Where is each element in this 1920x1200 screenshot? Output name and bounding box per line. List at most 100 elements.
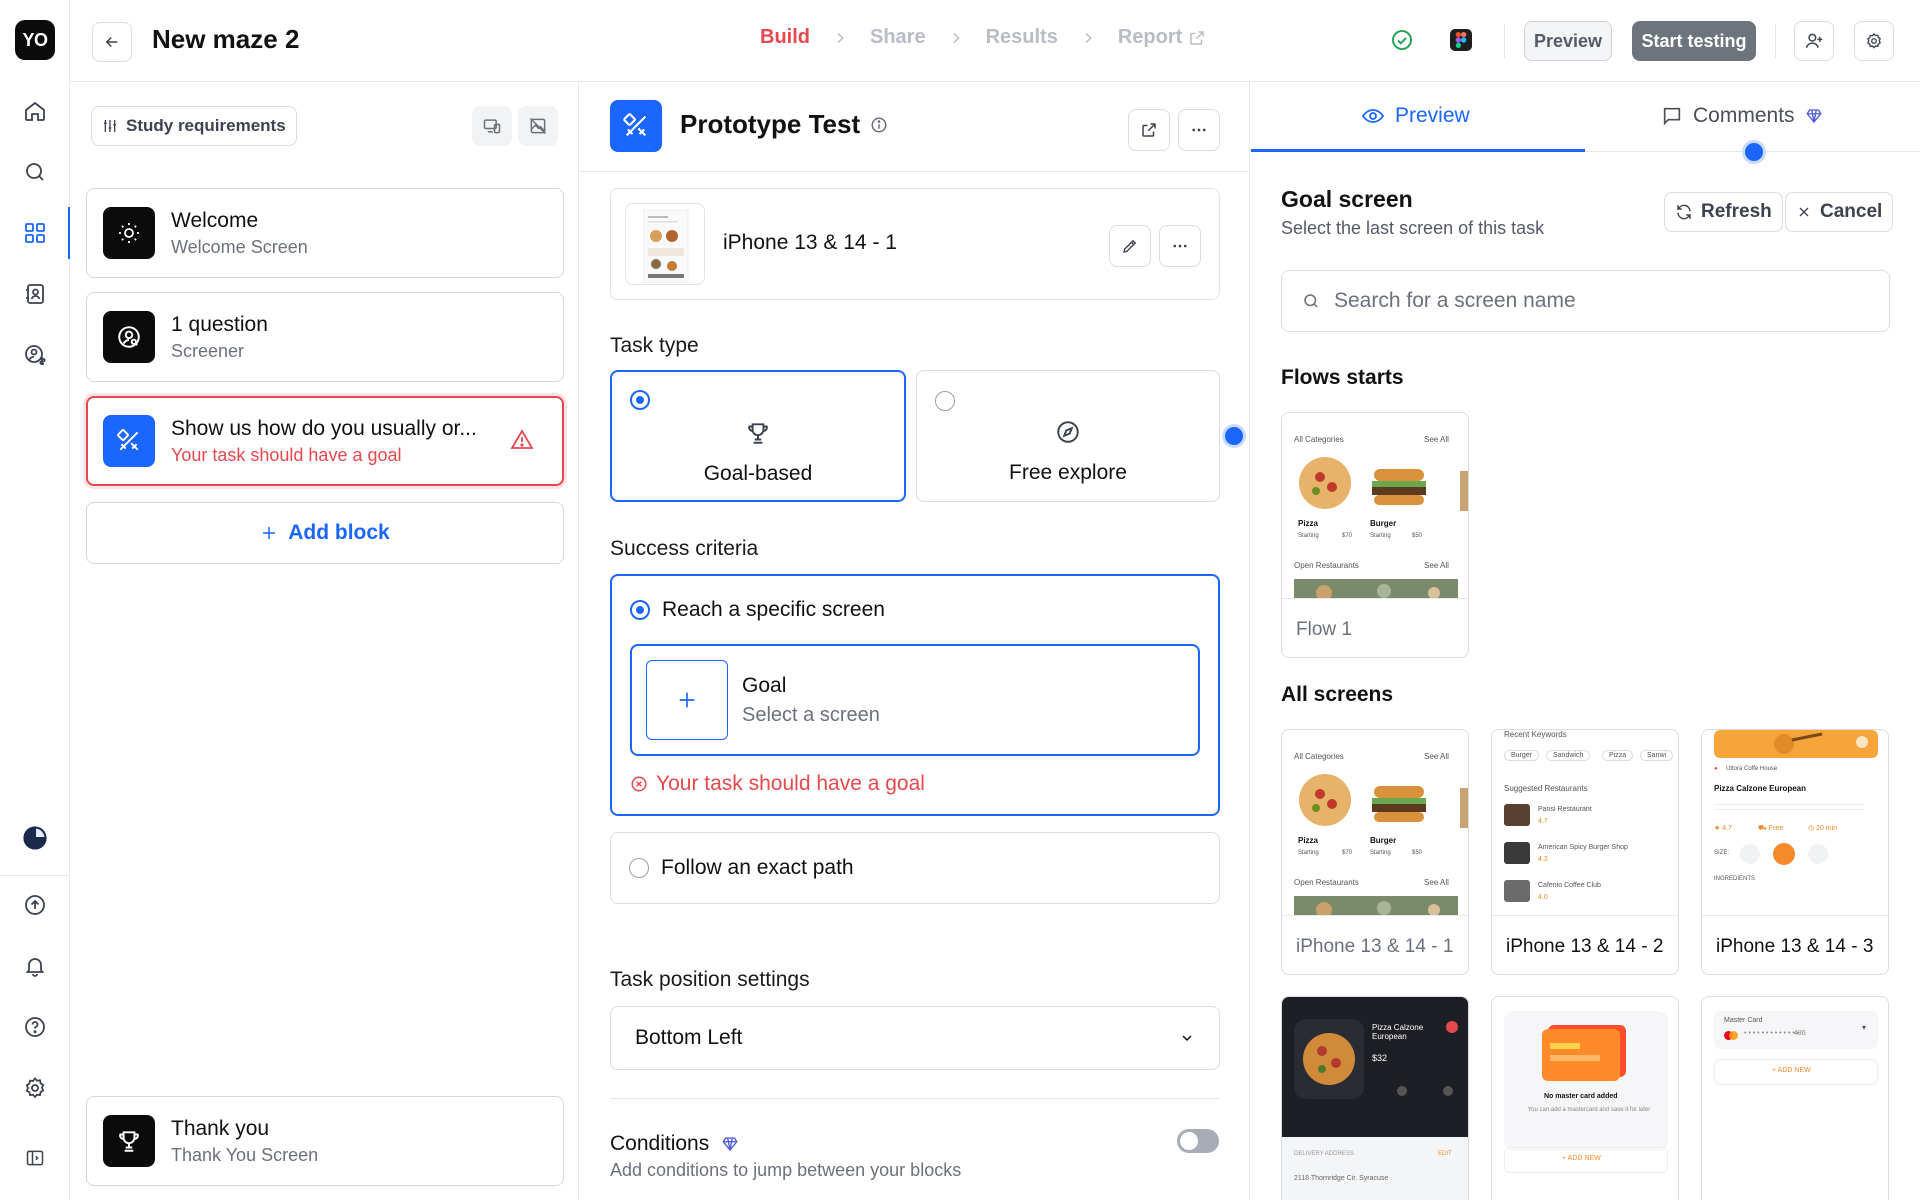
screen-card[interactable]: All Categories See All Pizza Burger Star… — [1281, 729, 1469, 975]
flow-name: Flow 1 — [1296, 619, 1352, 640]
toolbar-divider — [1504, 24, 1505, 58]
start-testing-button[interactable]: Start testing — [1632, 21, 1756, 61]
refresh-label: Refresh — [1701, 201, 1772, 222]
screen-card[interactable]: ● Uttora Coffe House Pizza Calzone Europ… — [1701, 729, 1889, 975]
block-error-text: Your task should have a goal — [171, 445, 402, 465]
status-ok-icon[interactable] — [1390, 28, 1414, 52]
panel-tabs: Preview Comments — [1251, 82, 1920, 152]
goal-title: Goal — [742, 674, 787, 697]
more-options-button[interactable] — [1178, 109, 1220, 151]
step-report[interactable]: Report — [1118, 26, 1206, 49]
figma-icon[interactable] — [1450, 29, 1472, 51]
reach-screen-option[interactable]: Reach a specific screen Goal Select a sc… — [610, 574, 1220, 816]
task-position-value: Bottom Left — [635, 1026, 743, 1049]
screen-card[interactable]: Master Card • • • • • • • • • • • • • 43… — [1701, 996, 1889, 1200]
screen-thumbnail: All Categories See All Pizza Burger Star… — [1282, 730, 1468, 916]
comment-icon — [1663, 107, 1681, 126]
info-icon[interactable] — [870, 116, 888, 134]
trophy-icon — [745, 420, 771, 446]
study-requirements-button[interactable]: Study requirements — [91, 106, 297, 146]
step-share[interactable]: Share — [870, 26, 926, 49]
cursor-dot — [1225, 427, 1243, 445]
task-type-free-explore[interactable]: Free explore — [916, 370, 1220, 502]
radio-free-explore[interactable] — [935, 391, 955, 411]
radio-goal-based[interactable] — [630, 390, 650, 410]
block-thank-you[interactable]: Thank you Thank You Screen — [86, 1096, 564, 1186]
image-off-icon — [529, 117, 547, 135]
compass-icon — [1055, 419, 1081, 445]
task-type-goal-based[interactable]: Goal-based — [610, 370, 906, 502]
hide-images-button[interactable] — [518, 106, 558, 146]
user-search-icon — [103, 311, 155, 363]
maze-title[interactable]: New maze 2 — [152, 24, 299, 55]
screen-name: iPhone 13 & 14 - 3 — [1716, 936, 1874, 957]
edit-prototype-button[interactable] — [1109, 225, 1151, 267]
radio-exact-path[interactable] — [629, 858, 649, 878]
prototype-card[interactable]: iPhone 13 & 14 - 1 — [610, 188, 1220, 300]
block-welcome[interactable]: Welcome Welcome Screen — [86, 188, 564, 278]
refresh-icon — [1677, 204, 1691, 220]
eye-icon — [1361, 109, 1385, 123]
back-button[interactable] — [92, 22, 132, 62]
block-screener[interactable]: 1 question Screener — [86, 292, 564, 382]
goal-selector[interactable]: Goal Select a screen — [630, 644, 1200, 756]
conditions-toggle[interactable] — [1177, 1129, 1219, 1153]
bell-icon[interactable] — [18, 949, 52, 983]
close-icon — [1799, 207, 1809, 217]
cancel-label: Cancel — [1820, 201, 1883, 222]
top-bar: New maze 2 Build Share Results Report Pr… — [70, 0, 1920, 82]
radio-reach-screen[interactable] — [630, 600, 650, 620]
settings-button[interactable] — [1854, 21, 1894, 61]
flow-card[interactable]: All Categories See All Pizza Burger Star… — [1281, 412, 1469, 658]
screen-card[interactable]: Pizza Calzone European $32 DELIVERY ADDR… — [1281, 996, 1469, 1200]
tab-preview[interactable]: Preview — [1361, 104, 1470, 128]
device-preview-button[interactable] — [472, 106, 512, 146]
screen-card[interactable]: Recent Keywords Burger Sandwich Pizza Sa… — [1491, 729, 1679, 975]
open-external-button[interactable] — [1128, 109, 1170, 151]
chevron-down-icon — [1182, 1035, 1192, 1042]
tab-comments-label: Comments — [1693, 104, 1795, 127]
task-position-select[interactable]: Bottom Left — [610, 1006, 1220, 1070]
add-block-label: Add block — [288, 521, 390, 544]
contacts-icon[interactable] — [18, 277, 52, 311]
conditions-heading: Conditions — [610, 1132, 739, 1156]
home-icon[interactable] — [18, 94, 52, 128]
refresh-button[interactable]: Refresh — [1664, 192, 1783, 232]
invite-user-button[interactable] — [1794, 21, 1834, 61]
grid-icon[interactable] — [18, 216, 52, 250]
chevron-right-icon — [948, 30, 964, 46]
prototype-tools-icon — [610, 100, 662, 152]
settings-icon[interactable] — [18, 1071, 52, 1105]
workspace-logo[interactable]: YO — [15, 20, 55, 60]
reach-screen-label: Reach a specific screen — [662, 598, 885, 621]
prototype-more-button[interactable] — [1159, 225, 1201, 267]
add-block-button[interactable]: Add block — [86, 502, 564, 564]
cancel-button[interactable]: Cancel — [1785, 192, 1894, 232]
help-icon[interactable] — [18, 1010, 52, 1044]
step-build[interactable]: Build — [760, 26, 810, 49]
search-icon[interactable] — [18, 155, 52, 189]
block-prototype-test[interactable]: Show us how do you usually or... Your ta… — [86, 396, 564, 486]
task-type-label-text: Goal-based — [703, 462, 813, 485]
warning-icon — [510, 428, 534, 452]
pencil-icon — [1123, 239, 1137, 253]
screen-card[interactable]: No master card added You can add a maste… — [1491, 996, 1679, 1200]
block-subtitle: Welcome Screen — [171, 237, 308, 257]
block-title: Welcome — [171, 209, 259, 232]
tab-comments[interactable]: Comments — [1661, 104, 1823, 128]
exact-path-option[interactable]: Follow an exact path — [610, 832, 1220, 904]
screen-search-input[interactable]: Search for a screen name — [1281, 270, 1890, 332]
upload-icon[interactable] — [18, 888, 52, 922]
editor-title-text: Prototype Test — [680, 109, 861, 139]
chart-icon[interactable] — [18, 821, 52, 855]
prototype-thumbnail — [625, 203, 705, 285]
sidebar-toggle-icon[interactable] — [18, 1141, 52, 1175]
step-results[interactable]: Results — [986, 26, 1058, 49]
search-icon — [1304, 294, 1318, 308]
screen-name: iPhone 13 & 14 - 1 — [1296, 936, 1454, 957]
user-money-icon[interactable] — [18, 338, 52, 372]
plus-icon — [263, 527, 276, 539]
preview-button[interactable]: Preview — [1524, 21, 1612, 61]
goal-screen-subtitle: Select the last screen of this task — [1281, 218, 1545, 238]
chevron-right-icon — [832, 30, 848, 46]
